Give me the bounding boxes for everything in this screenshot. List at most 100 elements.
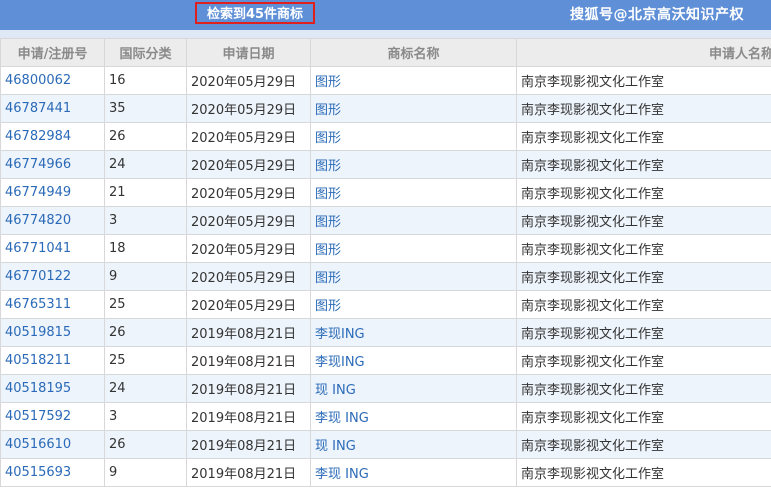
table-row: 40517592 3 2019年08月21日 李现 ING 南京李现影视文化工作室 xyxy=(0,402,771,431)
date-cell: 2019年08月21日 xyxy=(186,374,311,403)
applicant-cell: 南京李现影视文化工作室 xyxy=(516,346,771,375)
reg-no-link[interactable]: 46770122 xyxy=(5,269,71,284)
reg-no-cell: 46771041 xyxy=(0,234,105,263)
reg-no-link[interactable]: 46774966 xyxy=(5,157,71,172)
reg-no-link[interactable]: 40516610 xyxy=(5,437,71,452)
reg-no-link[interactable]: 40519815 xyxy=(5,325,71,340)
top-bar: 检索到45件商标 搜狐号@北京高沃知识产权 xyxy=(0,0,771,30)
table-header-row: 申请/注册号 国际分类 申请日期 商标名称 申请人名称 xyxy=(0,38,771,67)
class-cell: 25 xyxy=(104,346,187,375)
date-cell: 2020年05月29日 xyxy=(186,150,311,179)
trademark-name-link[interactable]: 图形 xyxy=(315,271,341,286)
reg-no-link[interactable]: 46782984 xyxy=(5,129,71,144)
trademark-name-link[interactable]: 图形 xyxy=(315,131,341,146)
applicant-cell: 南京李现影视文化工作室 xyxy=(516,122,771,151)
table-row: 40518195 24 2019年08月21日现 ING 南京李现影视文化工作室 xyxy=(0,374,771,403)
table-row: 46800062 16 2020年05月29日 图形 南京李现影视文化工作室 xyxy=(0,66,771,95)
date-cell: 2020年05月29日 xyxy=(186,122,311,151)
class-cell: 26 xyxy=(104,318,187,347)
reg-no-link[interactable]: 46787441 xyxy=(5,101,71,116)
applicant-cell: 南京李现影视文化工作室 xyxy=(516,94,771,123)
class-cell: 9 xyxy=(104,458,187,487)
trademark-name-cell: 图形 xyxy=(310,206,517,235)
applicant-cell: 南京李现影视文化工作室 xyxy=(516,430,771,459)
trademark-name-link[interactable]: 图形 xyxy=(315,103,341,118)
trademark-name-link[interactable]: 图形 xyxy=(315,75,341,90)
applicant-cell: 南京李现影视文化工作室 xyxy=(516,402,771,431)
date-cell: 2020年05月29日 xyxy=(186,206,311,235)
trademark-name-link[interactable]: 图形 xyxy=(315,243,341,258)
watermark-text: 搜狐号@北京高沃知识产权 xyxy=(570,7,744,23)
trademark-search-page: 检索到45件商标 搜狐号@北京高沃知识产权 申请/注册号 国际分类 申请日期 商… xyxy=(0,0,771,489)
trademark-name-cell: 图形 xyxy=(310,150,517,179)
reg-no-link[interactable]: 46774820 xyxy=(5,213,71,228)
trademark-name-link[interactable]: 李现 ING xyxy=(315,411,369,426)
class-cell: 18 xyxy=(104,234,187,263)
applicant-cell: 南京李现影视文化工作室 xyxy=(516,206,771,235)
date-cell: 2019年08月21日 xyxy=(186,430,311,459)
reg-no-cell: 40516610 xyxy=(0,430,105,459)
trademark-name-cell: 图形 xyxy=(310,94,517,123)
trademark-name-link[interactable]: 现 ING xyxy=(315,439,356,454)
reg-no-cell: 46774820 xyxy=(0,206,105,235)
table-body: 46800062 16 2020年05月29日 图形 南京李现影视文化工作室 467874… xyxy=(0,66,771,487)
reg-no-cell: 40518195 xyxy=(0,374,105,403)
class-cell: 3 xyxy=(104,402,187,431)
class-cell: 25 xyxy=(104,290,187,319)
trademark-name-cell: 图形 xyxy=(310,234,517,263)
result-count-badge: 检索到45件商标 xyxy=(195,2,315,24)
trademark-name-cell: 图形 xyxy=(310,122,517,151)
reg-no-cell: 40519815 xyxy=(0,318,105,347)
date-cell: 2020年05月29日 xyxy=(186,262,311,291)
applicant-cell: 南京李现影视文化工作室 xyxy=(516,290,771,319)
reg-no-cell: 46787441 xyxy=(0,94,105,123)
reg-no-link[interactable]: 40518195 xyxy=(5,381,71,396)
reg-no-link[interactable]: 46800062 xyxy=(5,73,71,88)
trademark-name-link[interactable]: 图形 xyxy=(315,215,341,230)
table-row: 46774966 24 2020年05月29日 图形 南京李现影视文化工作室 xyxy=(0,150,771,179)
applicant-cell: 南京李现影视文化工作室 xyxy=(516,66,771,95)
applicant-cell: 南京李现影视文化工作室 xyxy=(516,262,771,291)
table-row: 40518211 25 2019年08月21日 李现ING 南京李现影视文化工作室 xyxy=(0,346,771,375)
trademark-name-link[interactable]: 图形 xyxy=(315,187,341,202)
trademark-name-link[interactable]: 图形 xyxy=(315,299,341,314)
sub-header-strip xyxy=(0,30,771,38)
table-row: 46765311 25 2020年05月29日 图形 南京李现影视文化工作室 xyxy=(0,290,771,319)
applicant-cell: 南京李现影视文化工作室 xyxy=(516,458,771,487)
reg-no-cell: 40515693 xyxy=(0,458,105,487)
reg-no-cell: 46782984 xyxy=(0,122,105,151)
trademark-name-link[interactable]: 图形 xyxy=(315,159,341,174)
column-header-class[interactable]: 国际分类 xyxy=(104,38,187,67)
class-cell: 3 xyxy=(104,206,187,235)
trademark-name-link[interactable]: 李现ING xyxy=(315,327,365,342)
date-cell: 2020年05月29日 xyxy=(186,178,311,207)
class-cell: 24 xyxy=(104,150,187,179)
table-row: 40519815 26 2019年08月21日 李现ING 南京李现影视文化工作室 xyxy=(0,318,771,347)
reg-no-cell: 46765311 xyxy=(0,290,105,319)
applicant-cell: 南京李现影视文化工作室 xyxy=(516,178,771,207)
column-header-trademark-name[interactable]: 商标名称 xyxy=(310,38,517,67)
trademark-name-cell: 李现 ING xyxy=(310,402,517,431)
reg-no-link[interactable]: 40518211 xyxy=(5,353,71,368)
reg-no-link[interactable]: 46771041 xyxy=(5,241,71,256)
applicant-cell: 南京李现影视文化工作室 xyxy=(516,234,771,263)
class-cell: 26 xyxy=(104,430,187,459)
reg-no-link[interactable]: 46774949 xyxy=(5,185,71,200)
column-header-date[interactable]: 申请日期 xyxy=(186,38,311,67)
trademark-name-cell: 李现 ING xyxy=(310,458,517,487)
class-cell: 21 xyxy=(104,178,187,207)
trademark-name-link[interactable]: 李现 ING xyxy=(315,467,369,482)
reg-no-link[interactable]: 40517592 xyxy=(5,409,71,424)
reg-no-link[interactable]: 40515693 xyxy=(5,465,71,480)
trademark-name-cell: 现 ING xyxy=(310,374,517,403)
reg-no-cell: 46800062 xyxy=(0,66,105,95)
table-row: 40515693 9 2019年08月21日 李现 ING 南京李现影视文化工作室 xyxy=(0,458,771,487)
reg-no-cell: 46774966 xyxy=(0,150,105,179)
column-header-reg-no[interactable]: 申请/注册号 xyxy=(0,38,105,67)
reg-no-link[interactable]: 46765311 xyxy=(5,297,71,312)
trademark-name-link[interactable]: 现 ING xyxy=(315,383,356,398)
column-header-applicant[interactable]: 申请人名称 xyxy=(516,38,771,67)
trademark-name-link[interactable]: 李现ING xyxy=(315,355,365,370)
results-table: 申请/注册号 国际分类 申请日期 商标名称 申请人名称 46800062 16 20… xyxy=(0,38,771,487)
table-row: 46787441 35 2020年05月29日 图形 南京李现影视文化工作室 xyxy=(0,94,771,123)
